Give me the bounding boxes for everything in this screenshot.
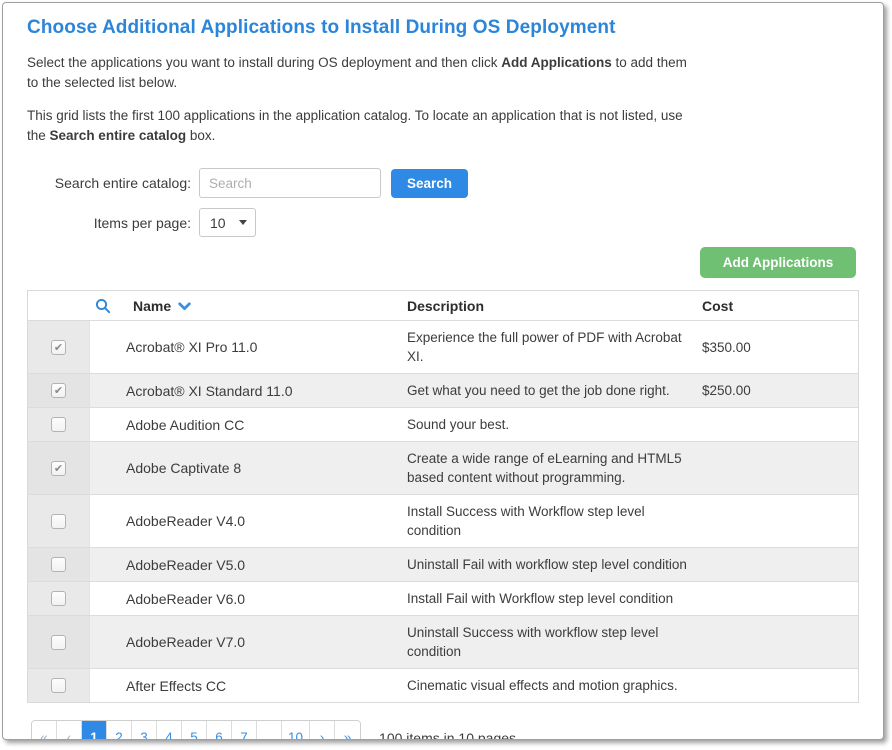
application-name: Acrobat® XI Standard 11.0 xyxy=(90,374,407,407)
row-checkbox-cell xyxy=(28,374,90,407)
search-icon[interactable] xyxy=(95,298,111,314)
table-row: Acrobat® XI Standard 11.0Get what you ne… xyxy=(28,374,858,408)
table-row: Adobe Audition CCSound your best. xyxy=(28,408,858,442)
row-checkbox-cell xyxy=(28,616,90,668)
application-description: Install Success with Workflow step level… xyxy=(407,495,702,547)
table-row: Adobe Captivate 8Create a wide range of … xyxy=(28,442,858,495)
header-cost-column: Cost xyxy=(702,291,858,320)
pagination-page-1[interactable]: 1 xyxy=(82,721,107,740)
application-description: Uninstall Success with workflow step lev… xyxy=(407,616,702,668)
application-name: AdobeReader V4.0 xyxy=(90,495,407,547)
row-checkbox-cell xyxy=(28,495,90,547)
header-checkbox-column xyxy=(28,291,90,320)
pagination-summary: 100 items in 10 pages xyxy=(379,730,516,741)
application-cost xyxy=(702,669,858,702)
application-description: Create a wide range of eLearning and HTM… xyxy=(407,442,702,494)
pagination-prev-button[interactable]: ‹ xyxy=(57,721,82,740)
pagination-ellipsis: ... xyxy=(257,721,282,740)
page-title: Choose Additional Applications to Instal… xyxy=(27,17,859,39)
application-cost xyxy=(702,442,858,494)
table-row: AdobeReader V6.0Install Fail with Workfl… xyxy=(28,582,858,616)
application-cost xyxy=(702,548,858,581)
select-dropdown-arrow-icon xyxy=(239,220,247,225)
pagination-page-10[interactable]: 10 xyxy=(282,721,310,740)
pagination-next-button[interactable]: › xyxy=(310,721,335,740)
items-per-page-label: Items per page: xyxy=(27,215,199,231)
row-checkbox-cell xyxy=(28,408,90,441)
deployment-wizard-panel: Choose Additional Applications to Instal… xyxy=(2,2,884,740)
application-description: Get what you need to get the job done ri… xyxy=(407,374,702,407)
application-description: Install Fail with Workflow step level co… xyxy=(407,582,702,615)
row-checkbox[interactable] xyxy=(51,340,66,355)
pagination-page-4[interactable]: 4 xyxy=(157,721,182,740)
search-input[interactable] xyxy=(199,168,381,198)
name-column-label: Name xyxy=(133,298,171,314)
row-checkbox-cell xyxy=(28,548,90,581)
table-row: Acrobat® XI Pro 11.0Experience the full … xyxy=(28,321,858,374)
row-checkbox[interactable] xyxy=(51,461,66,476)
items-per-page-select[interactable]: 10 xyxy=(199,208,256,237)
table-header-row: Name Description Cost xyxy=(28,291,858,321)
search-form: Search entire catalog: Search Items per … xyxy=(27,168,859,237)
application-name: After Effects CC xyxy=(90,669,407,702)
row-checkbox[interactable] xyxy=(51,514,66,529)
pagination-page-3[interactable]: 3 xyxy=(132,721,157,740)
intro-paragraph-2: This grid lists the first 100 applicatio… xyxy=(27,106,687,146)
pagination: «‹1234567...10›» xyxy=(31,720,361,740)
row-checkbox-cell xyxy=(28,669,90,702)
pagination-first-button[interactable]: « xyxy=(32,721,57,740)
application-description: Uninstall Fail with workflow step level … xyxy=(407,548,702,581)
pagination-page-2[interactable]: 2 xyxy=(107,721,132,740)
pagination-area: «‹1234567...10›» 100 items in 10 pages xyxy=(31,720,859,740)
table-row: After Effects CCCinematic visual effects… xyxy=(28,669,858,702)
table-row: AdobeReader V7.0Uninstall Success with w… xyxy=(28,616,858,669)
application-name: AdobeReader V7.0 xyxy=(90,616,407,668)
chevron-down-icon[interactable] xyxy=(178,302,191,311)
application-name: Acrobat® XI Pro 11.0 xyxy=(90,321,407,373)
applications-table: Name Description Cost Acrobat® XI Pro 11… xyxy=(27,290,859,703)
application-name: AdobeReader V6.0 xyxy=(90,582,407,615)
application-name: Adobe Captivate 8 xyxy=(90,442,407,494)
intro-paragraph-1: Select the applications you want to inst… xyxy=(27,53,687,93)
pagination-page-6[interactable]: 6 xyxy=(207,721,232,740)
application-cost xyxy=(702,408,858,441)
application-description: Experience the full power of PDF with Ac… xyxy=(407,321,702,373)
row-checkbox[interactable] xyxy=(51,557,66,572)
application-cost xyxy=(702,582,858,615)
application-cost xyxy=(702,495,858,547)
table-row: AdobeReader V4.0Install Success with Wor… xyxy=(28,495,858,548)
row-checkbox-cell xyxy=(28,582,90,615)
pagination-page-5[interactable]: 5 xyxy=(182,721,207,740)
header-description-column: Description xyxy=(407,291,702,320)
application-cost: $250.00 xyxy=(702,374,858,407)
row-checkbox[interactable] xyxy=(51,591,66,606)
add-applications-button[interactable]: Add Applications xyxy=(700,247,856,278)
pagination-page-7[interactable]: 7 xyxy=(232,721,257,740)
row-checkbox[interactable] xyxy=(51,678,66,693)
row-checkbox[interactable] xyxy=(51,635,66,650)
search-button[interactable]: Search xyxy=(391,169,468,198)
row-checkbox[interactable] xyxy=(51,417,66,432)
table-row: AdobeReader V5.0Uninstall Fail with work… xyxy=(28,548,858,582)
application-name: Adobe Audition CC xyxy=(90,408,407,441)
application-name: AdobeReader V5.0 xyxy=(90,548,407,581)
application-cost: $350.00 xyxy=(702,321,858,373)
table-body: Acrobat® XI Pro 11.0Experience the full … xyxy=(28,321,858,702)
row-checkbox[interactable] xyxy=(51,383,66,398)
row-checkbox-cell xyxy=(28,442,90,494)
header-name-column[interactable]: Name xyxy=(90,291,407,320)
search-catalog-label: Search entire catalog: xyxy=(27,175,199,191)
application-description: Cinematic visual effects and motion grap… xyxy=(407,669,702,702)
application-cost xyxy=(702,616,858,668)
pagination-last-button[interactable]: » xyxy=(335,721,360,740)
application-description: Sound your best. xyxy=(407,408,702,441)
items-per-page-value: 10 xyxy=(210,215,226,231)
row-checkbox-cell xyxy=(28,321,90,373)
